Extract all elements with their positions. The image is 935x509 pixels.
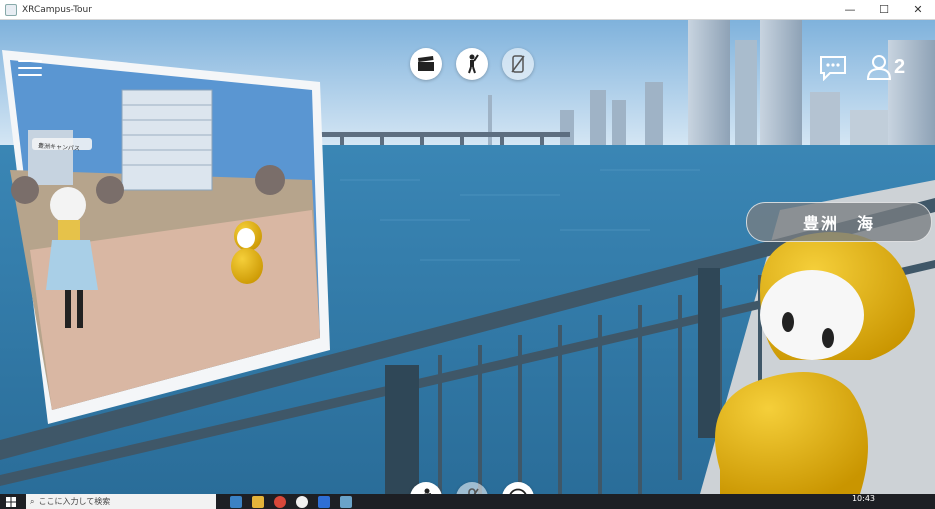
location-label: 豊洲 海 xyxy=(746,202,932,242)
app-icon-chrome[interactable] xyxy=(296,495,308,508)
dance-button[interactable] xyxy=(410,482,442,494)
minimize-button[interactable]: — xyxy=(833,0,867,19)
window-title: XRCampus-Tour xyxy=(22,4,92,15)
app-icon xyxy=(5,3,17,16)
users-button[interactable]: 2 xyxy=(866,54,905,80)
taskview-icon[interactable] xyxy=(230,495,242,508)
taskbar-clock[interactable]: 10:43 xyxy=(852,495,875,503)
chat-bubble-icon xyxy=(820,56,846,82)
clapperboard-icon xyxy=(418,56,434,71)
top-toolbar xyxy=(410,48,534,80)
chat-button[interactable] xyxy=(818,55,848,86)
gesture-button[interactable] xyxy=(456,48,488,80)
search-icon: ⌕ xyxy=(30,496,35,506)
windows-taskbar: ⌕ ここに入力して検索 10:43 xyxy=(0,494,935,509)
no-phone-icon xyxy=(511,55,525,73)
xrcampus-taskbar-icon[interactable] xyxy=(340,495,352,508)
user-icon xyxy=(866,55,892,80)
window-titlebar: XRCampus-Tour — ☐ ✕ xyxy=(0,0,935,20)
close-button[interactable]: ✕ xyxy=(901,0,935,19)
emote-button[interactable] xyxy=(502,482,534,494)
scene-background xyxy=(0,20,935,494)
vr-scene[interactable]: 2 豊洲 海 豊洲キャンパス xyxy=(0,20,935,494)
maximize-button[interactable]: ☐ xyxy=(867,0,901,19)
browser-icon[interactable] xyxy=(274,495,286,508)
mail-icon[interactable] xyxy=(318,495,330,508)
user-count: 2 xyxy=(894,55,906,78)
search-placeholder: ここに入力して検索 xyxy=(38,497,111,506)
location-text: 豊洲 海 xyxy=(802,214,875,233)
explorer-icon[interactable] xyxy=(252,495,264,508)
taskbar-search-input[interactable]: ⌕ ここに入力して検索 xyxy=(26,494,216,509)
menu-hamburger-icon[interactable] xyxy=(18,60,42,81)
windows-start-icon[interactable] xyxy=(6,497,16,507)
mic-button[interactable] xyxy=(456,482,488,494)
clapperboard-button[interactable] xyxy=(410,48,442,80)
phone-off-button[interactable] xyxy=(502,48,534,80)
person-pointing-icon xyxy=(468,54,479,74)
bottom-toolbar xyxy=(410,482,534,494)
